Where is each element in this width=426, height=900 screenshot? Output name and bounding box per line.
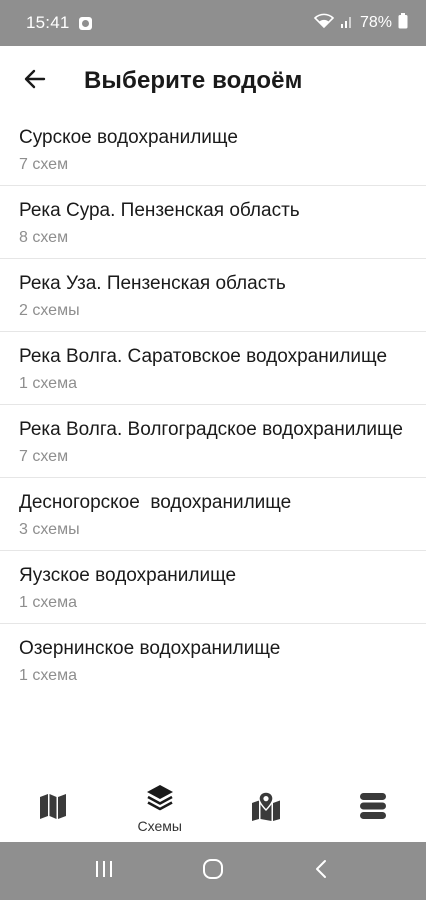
nav-map[interactable]	[0, 774, 107, 842]
home-button[interactable]	[193, 851, 233, 891]
map-pin-icon	[250, 790, 282, 826]
list-item[interactable]: Яузское водохранилище 1 схема	[0, 551, 426, 624]
notification-icon	[78, 16, 92, 30]
nav-map-location[interactable]	[213, 774, 320, 842]
list-item[interactable]: Река Сура. Пензенская область 8 схем	[0, 186, 426, 259]
nav-schemes-label: Схемы	[137, 817, 182, 834]
list-item[interactable]: Озернинское водохранилище 1 схема	[0, 624, 426, 696]
bottom-navigation: Схемы	[0, 774, 426, 842]
battery-icon	[398, 12, 408, 34]
item-title: Река Волга. Волгоградское водохранилище	[19, 419, 403, 440]
menu-icon	[358, 791, 388, 826]
list-item[interactable]: Сурское водохранилище 7 схем	[0, 113, 426, 186]
item-title: Яузское водохранилище	[19, 565, 237, 586]
recent-apps-icon	[93, 858, 115, 885]
system-navigation-bar	[0, 842, 426, 900]
list-item[interactable]: Река Волга. Саратовское водохранилище 1 …	[0, 332, 426, 405]
item-title: Река Волга. Саратовское водохранилище	[19, 346, 388, 367]
chevron-left-icon	[311, 858, 333, 885]
item-scheme-count: 1 схема	[19, 594, 77, 611]
item-scheme-count: 1 схема	[19, 375, 77, 392]
water-body-list: Сурское водохранилище 7 схем Река Сура. …	[0, 113, 426, 696]
item-title: Десногорское водохранилище	[19, 492, 292, 513]
item-scheme-count: 3 схемы	[19, 521, 80, 538]
page-title: Выберите водоём	[84, 67, 303, 94]
status-time: 15:41	[26, 13, 70, 32]
nav-menu[interactable]	[320, 774, 426, 842]
item-scheme-count: 7 схем	[19, 156, 69, 173]
item-title: Озернинское водохранилище	[19, 638, 281, 659]
nav-schemes[interactable]: Схемы	[107, 774, 214, 842]
recent-apps-button[interactable]	[84, 851, 124, 891]
item-scheme-count: 7 схем	[19, 448, 69, 465]
list-item[interactable]: Река Уза. Пензенская область 2 схемы	[0, 259, 426, 332]
home-icon	[201, 857, 225, 886]
list-item[interactable]: Десногорское водохранилище 3 схемы	[0, 478, 426, 551]
item-title: Сурское водохранилище	[19, 127, 238, 148]
app-header: Выберите водоём	[0, 46, 426, 116]
layers-icon	[145, 783, 175, 816]
item-title: Река Уза. Пензенская область	[19, 273, 286, 294]
list-item[interactable]: Река Волга. Волгоградское водохранилище …	[0, 405, 426, 478]
wifi-icon	[313, 13, 335, 34]
back-system-button[interactable]	[302, 851, 342, 891]
arrow-left-icon	[23, 67, 47, 96]
battery-percent: 78%	[359, 14, 392, 31]
signal-icon	[340, 13, 354, 34]
item-scheme-count: 8 схем	[19, 229, 69, 246]
status-bar: 15:41 78%	[0, 0, 426, 46]
status-indicators: 78%	[313, 12, 408, 34]
back-button[interactable]	[20, 66, 50, 96]
item-scheme-count: 1 схема	[19, 667, 77, 684]
item-scheme-count: 2 схемы	[19, 302, 80, 319]
item-title: Река Сура. Пензенская область	[19, 200, 300, 221]
map-icon	[38, 791, 68, 826]
